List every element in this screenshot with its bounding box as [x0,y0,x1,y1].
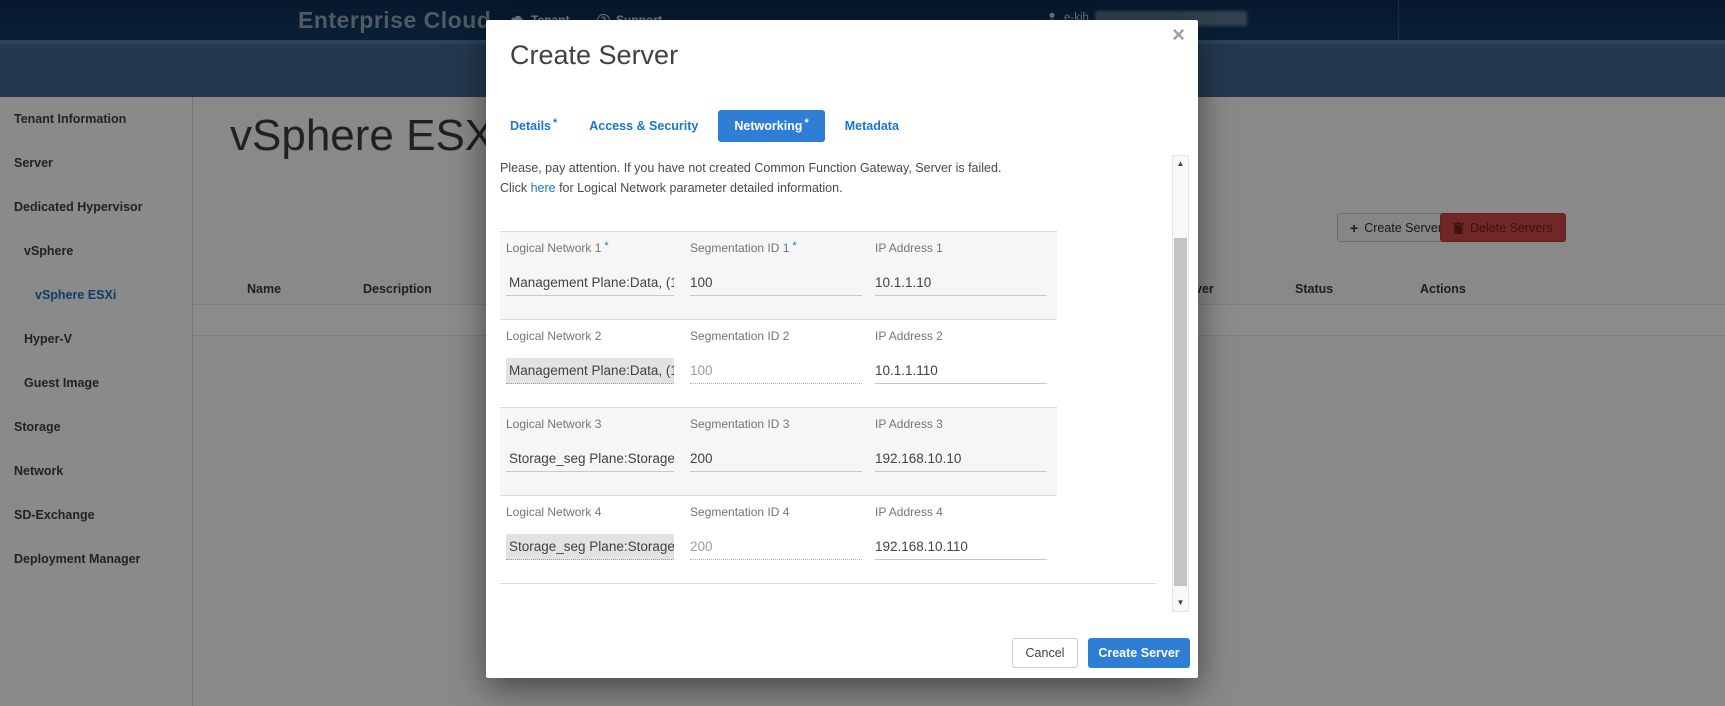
here-link[interactable]: here [531,181,556,195]
notice-line2-pre: Click [500,181,531,195]
notice-line2-post: for Logical Network parameter detailed i… [556,181,843,195]
required-marker: * [792,240,796,252]
tab-label: Metadata [845,119,899,133]
network-row-2: Logical Network 2 Management Plane:Data,… [500,319,1057,407]
tab-metadata[interactable]: Metadata [833,110,911,142]
ip-address-2-label: IP Address 2 [875,329,943,343]
tab-details[interactable]: Details* [498,110,569,142]
logical-network-2-label: Logical Network 2 [506,329,601,343]
notice-line1: Please, pay attention. If you have not c… [500,158,1001,178]
logical-network-2-select: Management Plane:Data, (1▼ [506,358,674,384]
network-row-3: Logical Network 3 Storage_seg Plane:Stor… [500,407,1057,495]
tab-networking[interactable]: Networking* [718,110,824,142]
form-bottom-divider [500,583,1156,584]
ip-address-3-input[interactable]: 192.168.10.10 [875,446,1047,472]
scrollbar-thumb[interactable] [1174,238,1187,586]
scroll-down-button[interactable]: ▼ [1173,595,1188,611]
logical-network-3-label: Logical Network 3 [506,417,601,431]
segmentation-id-3-input[interactable]: 200 [690,446,862,472]
segmentation-id-2-label: Segmentation ID 2 [690,329,789,343]
close-icon[interactable]: × [1172,24,1185,46]
network-form: Logical Network 1* Management Plane:Data… [500,231,1057,583]
scroll-up-button[interactable]: ▲ [1173,156,1188,172]
segmentation-id-3-label: Segmentation ID 3 [690,417,789,431]
ip-address-3-label: IP Address 3 [875,417,943,431]
modal-title: Create Server [510,40,678,71]
logical-network-4-select: Storage_seg Plane:Storage,▼ [506,534,674,560]
tab-label: Details [510,119,551,133]
logical-network-1-label: Logical Network 1* [506,241,609,255]
tab-access-security[interactable]: Access & Security [577,110,710,142]
cancel-button[interactable]: Cancel [1012,638,1078,668]
ip-address-1-input[interactable]: 10.1.1.10 [875,270,1047,296]
logical-network-4-label: Logical Network 4 [506,505,601,519]
ip-address-1-label: IP Address 1 [875,241,943,255]
segmentation-id-2-input: 100 [690,358,862,384]
select-value: Management Plane:Data, (1 [509,275,674,290]
modal-scrollbar[interactable]: ▲ ▼ [1172,155,1189,612]
segmentation-id-4-input: 200 [690,534,862,560]
logical-network-1-select[interactable]: Management Plane:Data, (1▼ [506,270,674,296]
tab-label: Access & Security [589,119,698,133]
required-marker: * [553,117,557,129]
tab-label: Networking [734,119,802,133]
select-value: Management Plane:Data, (1 [509,363,674,378]
network-row-1: Logical Network 1* Management Plane:Data… [500,231,1057,319]
field-label: Logical Network 1 [506,241,601,255]
notice-text: Please, pay attention. If you have not c… [500,158,1001,198]
ip-address-4-label: IP Address 4 [875,505,943,519]
segmentation-id-1-input[interactable]: 100 [690,270,862,296]
modal-create-server-button[interactable]: Create Server [1088,638,1190,668]
ip-address-4-input[interactable]: 192.168.10.110 [875,534,1047,560]
tab-bar: Details* Access & Security Networking* M… [498,110,911,142]
segmentation-id-1-label: Segmentation ID 1* [690,241,797,255]
select-value: Storage_seg Plane:Storage, [509,451,674,466]
required-marker: * [604,240,608,252]
create-server-modal: × Create Server Details* Access & Securi… [486,20,1198,678]
logical-network-3-select[interactable]: Storage_seg Plane:Storage,▼ [506,446,674,472]
field-label: Segmentation ID 1 [690,241,789,255]
required-marker: * [804,117,808,129]
ip-address-2-input[interactable]: 10.1.1.110 [875,358,1047,384]
select-value: Storage_seg Plane:Storage, [509,539,674,554]
network-row-4: Logical Network 4 Storage_seg Plane:Stor… [500,495,1057,583]
notice-line2: Click here for Logical Network parameter… [500,178,1001,198]
segmentation-id-4-label: Segmentation ID 4 [690,505,789,519]
